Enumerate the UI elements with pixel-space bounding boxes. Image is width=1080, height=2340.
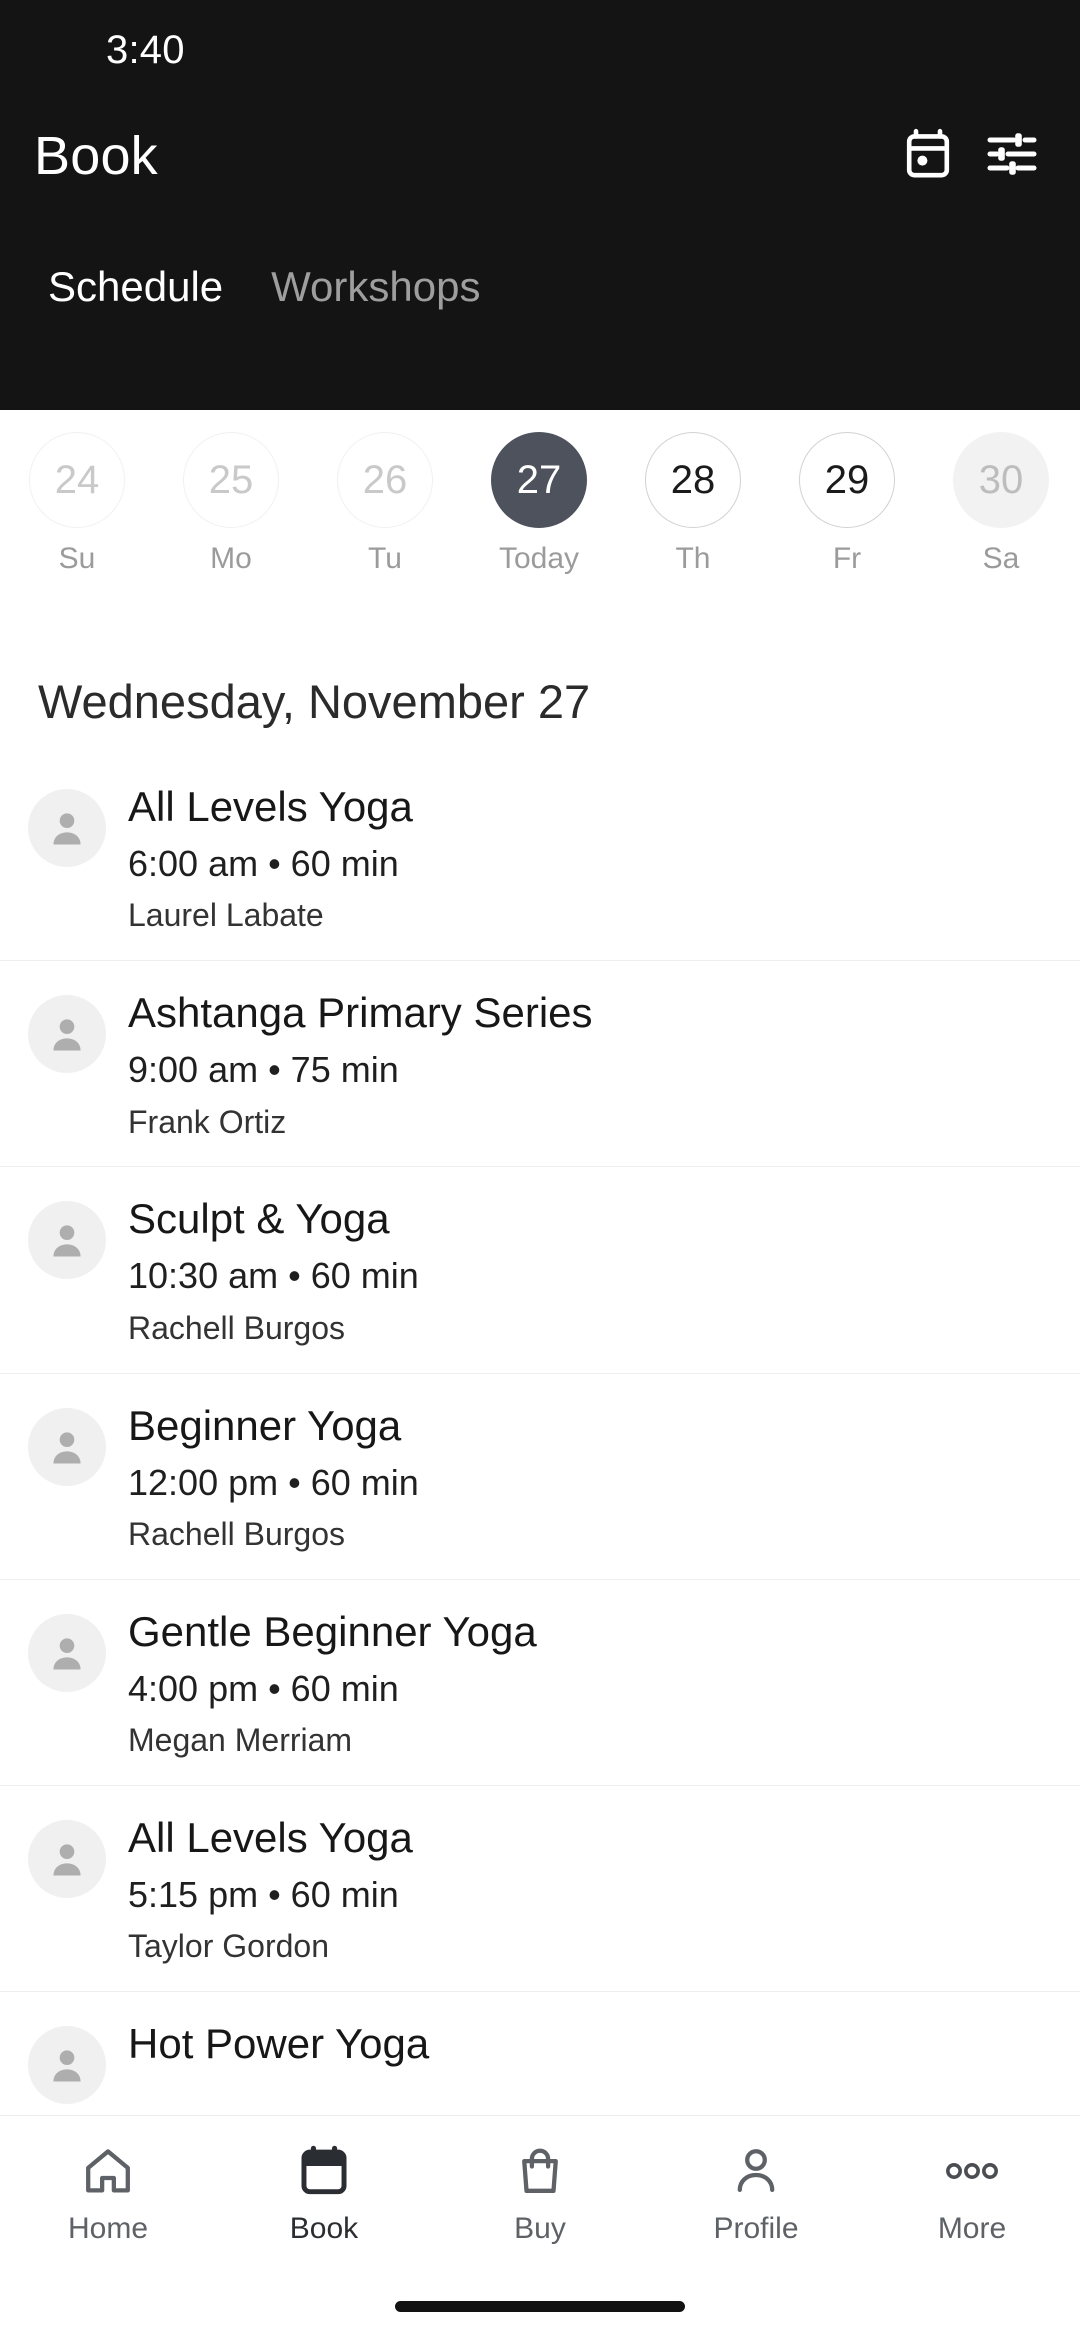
class-list-item[interactable]: Beginner Yoga 12:00 pm • 60 min Rachell …: [0, 1372, 1080, 1579]
class-info: Beginner Yoga 12:00 pm • 60 min Rachell …: [128, 1402, 1080, 1553]
class-time: 10:30 am • 60 min: [128, 1255, 419, 1297]
class-title: Hot Power Yoga: [128, 2020, 430, 2068]
status-bar: 3:40: [0, 0, 1080, 96]
bag-icon: [513, 2140, 567, 2202]
class-list-item[interactable]: Sculpt & Yoga 10:30 am • 60 min Rachell …: [0, 1166, 1080, 1372]
class-title: All Levels Yoga: [128, 783, 413, 830]
nav-label: Home: [67, 2212, 149, 2245]
date-cell-25[interactable]: 25 Mo: [154, 432, 308, 574]
date-cell-28[interactable]: 28 Th: [616, 432, 770, 574]
nav-label: Book: [289, 2212, 359, 2245]
class-teacher: Taylor Gordon: [128, 1928, 329, 1965]
instructor-avatar: [28, 1819, 106, 1898]
app-header: 3:40 Book Schedule Workshops: [0, 0, 1080, 410]
date-number: 27: [491, 432, 587, 528]
nav-item-buy[interactable]: Buy: [432, 2140, 648, 2244]
nav-item-profile[interactable]: Profile: [648, 2140, 864, 2244]
date-cell-26[interactable]: 26 Tu: [308, 432, 462, 574]
date-number: 30: [953, 432, 1049, 528]
ellipsis-icon: [945, 2140, 999, 2202]
instructor-avatar: [28, 1407, 106, 1486]
class-list-item[interactable]: All Levels Yoga 5:15 pm • 60 min Taylor …: [0, 1784, 1080, 1991]
status-bar-clock: 3:40: [106, 28, 185, 72]
instructor-avatar: [28, 2026, 106, 2105]
selected-date-heading: Wednesday, November 27: [38, 675, 591, 728]
class-info: Sculpt & Yoga 10:30 am • 60 min Rachell …: [128, 1195, 1080, 1346]
nav-item-book[interactable]: Book: [216, 2140, 432, 2244]
date-number: 24: [29, 432, 125, 528]
class-teacher: Megan Merriam: [128, 1722, 353, 1759]
home-icon: [81, 2140, 135, 2202]
date-weekday: Fr: [832, 542, 862, 575]
person-icon: [729, 2140, 783, 2202]
class-list[interactable]: All Levels Yoga 6:00 am • 60 min Laurel …: [0, 755, 1080, 2340]
class-time: 4:00 pm • 60 min: [128, 1667, 399, 1709]
tab-schedule[interactable]: Schedule: [24, 266, 247, 336]
date-weekday: Mo: [210, 542, 252, 575]
class-time: 6:00 am • 60 min: [128, 843, 399, 885]
date-weekday: Sa: [982, 542, 1020, 575]
calendar-icon[interactable]: [904, 128, 952, 185]
tab-bar: Schedule Workshops: [0, 216, 1080, 336]
date-strip[interactable]: 24 Su 25 Mo 26 Tu 27 Today 28 Th 29 Fr 3…: [0, 410, 1080, 650]
date-weekday: Tu: [368, 542, 402, 575]
class-time: 12:00 pm • 60 min: [128, 1461, 419, 1503]
date-number: 26: [337, 432, 433, 528]
date-number: 25: [183, 432, 279, 528]
home-indicator[interactable]: [395, 2301, 685, 2312]
class-teacher: Rachell Burgos: [128, 1515, 345, 1552]
bottom-navigation: Home Book Buy Profile More: [0, 2115, 1080, 2340]
class-list-item[interactable]: Gentle Beginner Yoga 4:00 pm • 60 min Me…: [0, 1578, 1080, 1785]
nav-label: Profile: [713, 2212, 799, 2245]
nav-label: Buy: [514, 2212, 566, 2245]
class-title: Sculpt & Yoga: [128, 1195, 390, 1243]
instructor-avatar: [28, 1613, 106, 1692]
date-weekday: Su: [58, 542, 96, 575]
filter-icon[interactable]: [986, 129, 1038, 184]
date-weekday: Th: [675, 542, 711, 575]
app-screen: 3:40 Book Schedule Workshops 24 Su 25 Mo…: [0, 0, 1080, 2340]
instructor-avatar: [28, 995, 106, 1074]
instructor-avatar: [28, 789, 106, 867]
header-actions: [904, 128, 1038, 185]
class-time: 5:15 pm • 60 min: [128, 1873, 399, 1915]
class-title: All Levels Yoga: [128, 1813, 413, 1861]
date-cell-27-selected[interactable]: 27 Today: [462, 432, 616, 574]
calendar-icon: [297, 2140, 351, 2202]
class-info: Gentle Beginner Yoga 4:00 pm • 60 min Me…: [128, 1608, 1080, 1759]
class-title: Ashtanga Primary Series: [128, 989, 593, 1037]
class-info: All Levels Yoga 5:15 pm • 60 min Taylor …: [128, 1814, 1080, 1965]
class-info: Ashtanga Primary Series 9:00 am • 75 min…: [128, 989, 1080, 1140]
date-cell-24[interactable]: 24 Su: [0, 432, 154, 574]
tab-workshops[interactable]: Workshops: [247, 266, 504, 336]
nav-label: More: [937, 2212, 1007, 2245]
class-title: Beginner Yoga: [128, 1401, 402, 1449]
class-list-item[interactable]: All Levels Yoga 6:00 am • 60 min Laurel …: [0, 755, 1080, 960]
class-list-item-partial[interactable]: Hot Power Yoga: [0, 1991, 1080, 2130]
date-weekday: Today: [498, 542, 580, 575]
instructor-avatar: [28, 1201, 106, 1280]
date-number: 28: [645, 432, 741, 528]
nav-item-home[interactable]: Home: [0, 2140, 216, 2244]
page-title: Book: [34, 126, 158, 186]
date-number: 29: [799, 432, 895, 528]
date-cell-30[interactable]: 30 Sa: [924, 432, 1078, 574]
class-info: All Levels Yoga 6:00 am • 60 min Laurel …: [128, 783, 1080, 934]
class-list-item[interactable]: Ashtanga Primary Series 9:00 am • 75 min…: [0, 960, 1080, 1166]
date-cell-29[interactable]: 29 Fr: [770, 432, 924, 574]
title-bar: Book: [0, 96, 1080, 216]
class-title: Gentle Beginner Yoga: [128, 1607, 537, 1655]
nav-item-more[interactable]: More: [864, 2140, 1080, 2244]
class-time: 9:00 am • 75 min: [128, 1049, 399, 1091]
class-teacher: Rachell Burgos: [128, 1309, 345, 1346]
class-teacher: Frank Ortiz: [128, 1103, 287, 1140]
class-info: Hot Power Yoga: [128, 2020, 1080, 2081]
class-teacher: Laurel Labate: [128, 897, 324, 934]
